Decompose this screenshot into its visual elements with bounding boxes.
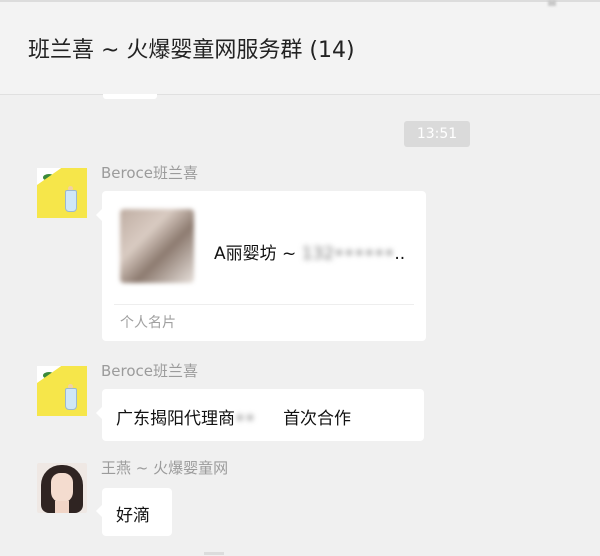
contact-card-phone: 132••••••	[301, 244, 395, 264]
message-text-part: 广东揭阳代理商	[116, 409, 235, 429]
next-element-fragment	[204, 552, 224, 555]
contact-card-label: 个人名片	[120, 315, 176, 331]
sender-avatar[interactable]	[37, 366, 87, 416]
sender-name: 王燕 ~ 火爆婴童网	[101, 459, 229, 477]
avatar-neck	[55, 501, 69, 513]
contact-card-name: A丽婴坊 ~ 132••••••..	[214, 244, 406, 264]
chat-title: 班兰喜 ~ 火爆婴童网服务群 (14)	[28, 38, 355, 63]
bubble-tail	[96, 407, 102, 419]
sender-name: Beroce班兰喜	[101, 362, 199, 380]
timestamp-badge: 13:51	[404, 121, 470, 147]
message-text: 广东揭阳代理商•• 首次合作	[116, 404, 351, 429]
message-text-part: 首次合作	[283, 409, 352, 429]
corner-fragment	[548, 0, 556, 6]
bubble-tail	[96, 505, 102, 517]
chat-header: 班兰喜 ~ 火爆婴童网服务群 (14)	[0, 2, 600, 95]
card-divider	[114, 304, 414, 305]
previous-message-bubble[interactable]	[103, 94, 157, 99]
contact-card-avatar	[120, 209, 194, 283]
sender-avatar[interactable]	[37, 463, 87, 513]
text-message[interactable]: 广东揭阳代理商•• 首次合作	[96, 389, 424, 441]
contact-card-name-text: A丽婴坊 ~	[214, 244, 302, 264]
text-message[interactable]: 好滴	[96, 488, 172, 536]
avatar-face	[51, 473, 73, 503]
baby-bottle-icon	[65, 190, 77, 212]
redacted-text: ••	[235, 409, 256, 429]
contact-card-message[interactable]: A丽婴坊 ~ 132••••••.. 个人名片	[96, 191, 426, 341]
sender-name: Beroce班兰喜	[101, 164, 199, 182]
bubble-tail	[96, 209, 102, 221]
sender-avatar[interactable]	[37, 168, 87, 218]
baby-bottle-icon	[65, 388, 77, 410]
message-text: 好滴	[116, 506, 150, 526]
